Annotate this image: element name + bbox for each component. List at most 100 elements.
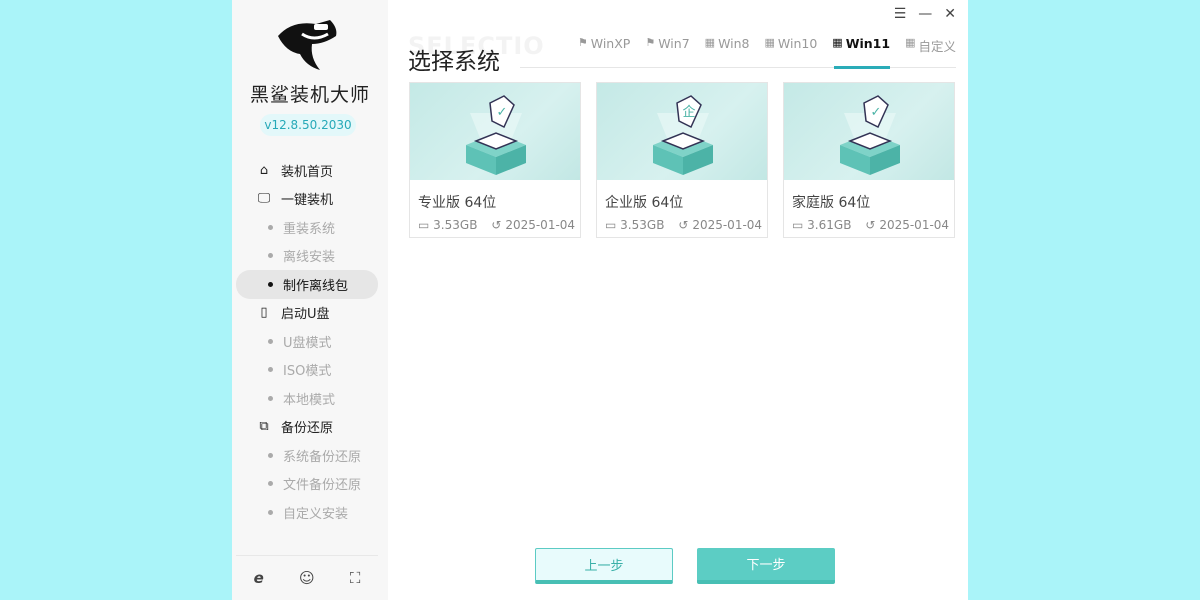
sidebar-item[interactable]: 🖵 一键装机 bbox=[232, 185, 388, 214]
tab-label: WinXP bbox=[590, 36, 631, 51]
bullet-icon bbox=[268, 224, 273, 230]
sidebar-item-label: 离线安装 bbox=[283, 250, 336, 266]
bullet-icon bbox=[268, 452, 273, 458]
windows-icon: ⚑ bbox=[577, 36, 588, 49]
system-name: 专业版 64位 bbox=[418, 195, 497, 211]
sidebar-item[interactable]: ▯ 启动U盘 bbox=[232, 299, 388, 328]
sidebar-item-label: 本地模式 bbox=[283, 392, 336, 408]
minimize-icon[interactable]: — bbox=[918, 6, 932, 22]
version-badge: v12.8.50.2030 bbox=[260, 114, 356, 136]
sidebar-nav: ⌂ 装机首页 🖵 一键装机重装系统离线安装制作离线包 ▯ 启动U盘 U盘模式 ISO模式本地模… bbox=[232, 156, 388, 527]
sidebar-item[interactable]: 本地模式 bbox=[232, 384, 388, 413]
sidebar-item-label: 装机首页 bbox=[281, 164, 334, 180]
sidebar-item-label: ISO模式 bbox=[283, 364, 332, 380]
sidebar-item[interactable]: 自定义安装 bbox=[232, 498, 388, 527]
system-illustration: 企 bbox=[597, 83, 767, 180]
tab-label: Win8 bbox=[718, 36, 750, 51]
tab-winxp[interactable]: ⚑ WinXP bbox=[578, 36, 630, 68]
close-icon[interactable]: ✕ bbox=[944, 6, 956, 22]
sidebar-item[interactable]: 制作离线包 bbox=[236, 270, 378, 299]
system-card[interactable]: ✓ 家庭版 64位 ▭ 3.61GB ↺ 2025-01-04 bbox=[783, 82, 955, 238]
bullet-icon bbox=[268, 253, 273, 259]
sidebar-item-label: 制作离线包 bbox=[283, 278, 349, 294]
windows-icon: ▦ bbox=[905, 36, 916, 49]
history-icon: ↺ bbox=[491, 218, 502, 232]
bullet-icon bbox=[268, 395, 273, 401]
bullet-icon bbox=[268, 367, 273, 373]
sidebar-item-label: 一键装机 bbox=[281, 193, 334, 209]
bullet-icon bbox=[268, 338, 273, 344]
edition-badge: ✓ bbox=[871, 105, 882, 120]
system-name: 企业版 64位 bbox=[605, 195, 684, 211]
sidebar: 黑鲨装机大师 v12.8.50.2030 ⌂ 装机首页 🖵 一键装机重装系统离线安装制… bbox=[232, 0, 388, 600]
app-name: 黑鲨装机大师 bbox=[249, 84, 370, 106]
support-chat-icon[interactable]: ☺ bbox=[299, 569, 315, 587]
tab-label: Win7 bbox=[658, 36, 690, 51]
tab-win7[interactable]: ⚑ Win7 bbox=[645, 36, 689, 68]
page-title: 选择系统 bbox=[408, 49, 500, 75]
sidebar-item-label: U盘模式 bbox=[283, 335, 332, 351]
windows-icon: ▦ bbox=[832, 36, 843, 49]
sidebar-item-label: 系统备份还原 bbox=[283, 449, 362, 465]
app-window: 黑鲨装机大师 v12.8.50.2030 ⌂ 装机首页 🖵 一键装机重装系统离线安装制… bbox=[232, 0, 968, 600]
sidebar-footer: e ☺ ⛶ bbox=[236, 555, 378, 600]
system-date: 2025-01-04 bbox=[879, 218, 950, 232]
system-date: 2025-01-04 bbox=[505, 218, 576, 232]
os-tabs: ⚑ WinXP ⚑ Win7 ▦ Win8 ▦ Win10 ▦ Win11 ▦ 自定义 bbox=[520, 36, 956, 69]
sidebar-item-label: 自定义安装 bbox=[283, 506, 349, 522]
home-icon: ⌂ bbox=[259, 162, 269, 178]
disk-icon: ▭ bbox=[792, 218, 804, 232]
tab-win10[interactable]: ▦ Win10 bbox=[765, 36, 818, 68]
edition-badge: 企 bbox=[682, 104, 695, 120]
system-cards: ✓ 专业版 64位 ▭ 3.53GB ↺ 2025-01-04 企企业版 64位 ▭ 3.… bbox=[409, 82, 955, 238]
system-date: 2025-01-04 bbox=[692, 218, 763, 232]
monitor-icon: 🖵 bbox=[257, 191, 271, 207]
window-controls: ☰ — ✕ bbox=[894, 6, 956, 22]
windows-icon: ⚑ bbox=[645, 36, 656, 49]
sidebar-item-label: 备份还原 bbox=[281, 421, 334, 437]
history-icon: ↺ bbox=[678, 218, 689, 232]
usb-icon: ▯ bbox=[260, 305, 268, 321]
windows-icon: ▦ bbox=[764, 36, 775, 49]
next-step-button[interactable]: 下一步 bbox=[697, 548, 835, 584]
system-illustration: ✓ bbox=[410, 83, 580, 180]
tab-win8[interactable]: ▦ Win8 bbox=[705, 36, 750, 68]
tab-win11[interactable]: ▦ Win11 bbox=[832, 36, 891, 69]
bullet-icon bbox=[268, 509, 273, 515]
tab-label: 自定义 bbox=[918, 39, 956, 54]
bullet-icon bbox=[268, 481, 273, 487]
sidebar-item-label: 重装系统 bbox=[283, 221, 336, 237]
menu-icon[interactable]: ☰ bbox=[894, 6, 907, 22]
sidebar-item[interactable]: U盘模式 bbox=[232, 327, 388, 356]
system-size: 3.53GB bbox=[433, 218, 478, 232]
edition-badge: ✓ bbox=[497, 105, 508, 120]
sidebar-item-label: 文件备份还原 bbox=[283, 478, 362, 494]
system-illustration: ✓ bbox=[784, 83, 954, 180]
system-name: 家庭版 64位 bbox=[792, 195, 871, 211]
sidebar-item-label: 启动U盘 bbox=[281, 307, 330, 323]
tab-label: Win11 bbox=[845, 36, 891, 51]
sidebar-item[interactable]: 系统备份还原 bbox=[232, 441, 388, 470]
disk-icon: ▭ bbox=[605, 218, 617, 232]
fullscreen-icon[interactable]: ⛶ bbox=[350, 569, 361, 587]
prev-step-button[interactable]: 上一步 bbox=[535, 548, 673, 584]
bullet-icon bbox=[268, 281, 273, 287]
system-card[interactable]: 企企业版 64位 ▭ 3.53GB ↺ 2025-01-04 bbox=[596, 82, 768, 238]
sidebar-item[interactable]: 文件备份还原 bbox=[232, 470, 388, 499]
sidebar-item[interactable]: ⌂ 装机首页 bbox=[232, 156, 388, 185]
history-icon: ↺ bbox=[865, 218, 876, 232]
system-size: 3.53GB bbox=[620, 218, 665, 232]
shark-logo bbox=[278, 20, 337, 70]
browser-icon[interactable]: e bbox=[254, 569, 264, 587]
sidebar-item[interactable]: ⧉ 备份还原 bbox=[232, 413, 388, 442]
windows-icon: ▦ bbox=[704, 36, 716, 49]
sidebar-item[interactable]: 重装系统 bbox=[232, 213, 388, 242]
disk-icon: ▭ bbox=[418, 218, 430, 232]
sidebar-item[interactable]: ISO模式 bbox=[232, 356, 388, 385]
backup-icon: ⧉ bbox=[259, 419, 269, 435]
tab-自定义[interactable]: ▦ 自定义 bbox=[905, 36, 956, 68]
system-card[interactable]: ✓ 专业版 64位 ▭ 3.53GB ↺ 2025-01-04 bbox=[409, 82, 581, 238]
system-size: 3.61GB bbox=[807, 218, 852, 232]
main-panel: ☰ — ✕ SELECTIO 选择系统 ⚑ WinXP ⚑ Win7 ▦ Win8 ▦ Win… bbox=[388, 0, 968, 600]
sidebar-item[interactable]: 离线安装 bbox=[232, 242, 388, 271]
